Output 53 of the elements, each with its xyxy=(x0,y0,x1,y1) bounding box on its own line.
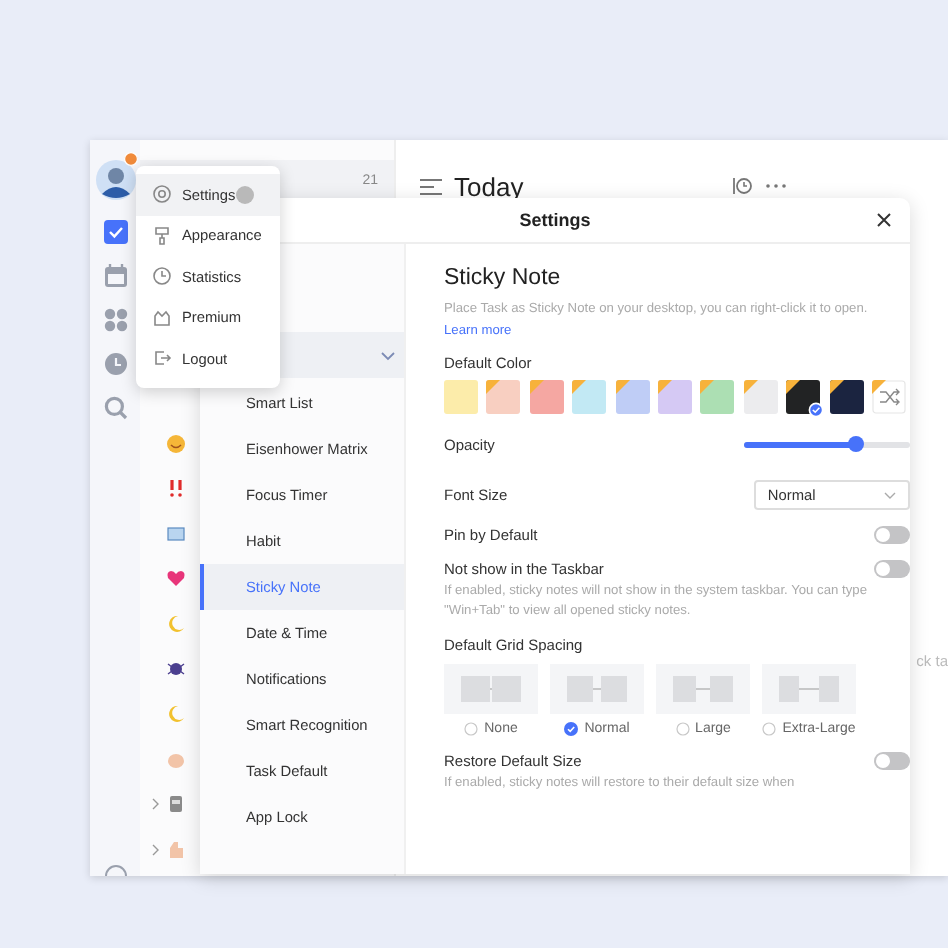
color-swatch[interactable] xyxy=(786,380,825,418)
color-swatch[interactable] xyxy=(444,380,482,418)
toggle-switch[interactable] xyxy=(873,560,910,578)
color-swatch[interactable] xyxy=(743,380,782,418)
avatar-icon xyxy=(95,160,135,200)
radio-checked-icon xyxy=(564,722,579,736)
radio-icon xyxy=(675,722,690,736)
checkbox-icon xyxy=(103,220,127,244)
brush-icon xyxy=(152,225,172,246)
grid-spacing-preview xyxy=(762,664,856,714)
color-swatch[interactable] xyxy=(529,380,568,418)
chevron-icon xyxy=(380,349,396,361)
crown-icon xyxy=(152,307,172,328)
smiley-icon xyxy=(166,433,186,453)
grid-icon xyxy=(103,308,127,332)
close-icon[interactable] xyxy=(876,212,892,228)
bug-icon xyxy=(166,658,186,679)
color-swatch[interactable] xyxy=(829,380,868,418)
color-swatch[interactable] xyxy=(657,380,696,418)
book-icon xyxy=(166,523,186,544)
color-swatch[interactable] xyxy=(486,380,525,418)
chevron-icon xyxy=(152,843,160,856)
toggle-switch[interactable] xyxy=(873,526,910,544)
toggle-switch[interactable] xyxy=(873,752,910,770)
radio-icon xyxy=(762,722,777,736)
chevron-icon xyxy=(883,491,896,499)
moon-icon xyxy=(166,613,186,634)
chevron-icon xyxy=(152,798,160,811)
clock-icon xyxy=(103,352,127,376)
grid-spacing-preview xyxy=(550,664,644,714)
clock-icon xyxy=(152,266,172,287)
grid-spacing-preview xyxy=(444,664,538,714)
search-icon xyxy=(103,396,127,420)
moon-icon xyxy=(166,704,186,725)
gear-icon xyxy=(152,184,172,205)
grid-spacing-preview xyxy=(656,664,750,714)
exclamation-icon xyxy=(166,478,186,499)
menu-icon xyxy=(420,177,442,195)
color-swatch[interactable] xyxy=(700,380,739,418)
radio-icon xyxy=(464,722,479,736)
exit-icon xyxy=(152,348,172,369)
heart-icon xyxy=(166,568,186,589)
history-icon xyxy=(732,176,752,196)
list-title: Today xyxy=(454,171,524,201)
calendar-icon xyxy=(103,264,127,288)
slider-thumb[interactable] xyxy=(847,436,864,452)
color-swatch[interactable] xyxy=(572,380,611,418)
cursor-dot xyxy=(236,186,254,204)
dialog-title: Settings xyxy=(519,210,591,230)
section-title: Sticky Note xyxy=(444,266,563,290)
color-swatch[interactable] xyxy=(615,380,654,418)
more-icon xyxy=(764,182,788,190)
opacity-slider[interactable] xyxy=(743,441,910,447)
